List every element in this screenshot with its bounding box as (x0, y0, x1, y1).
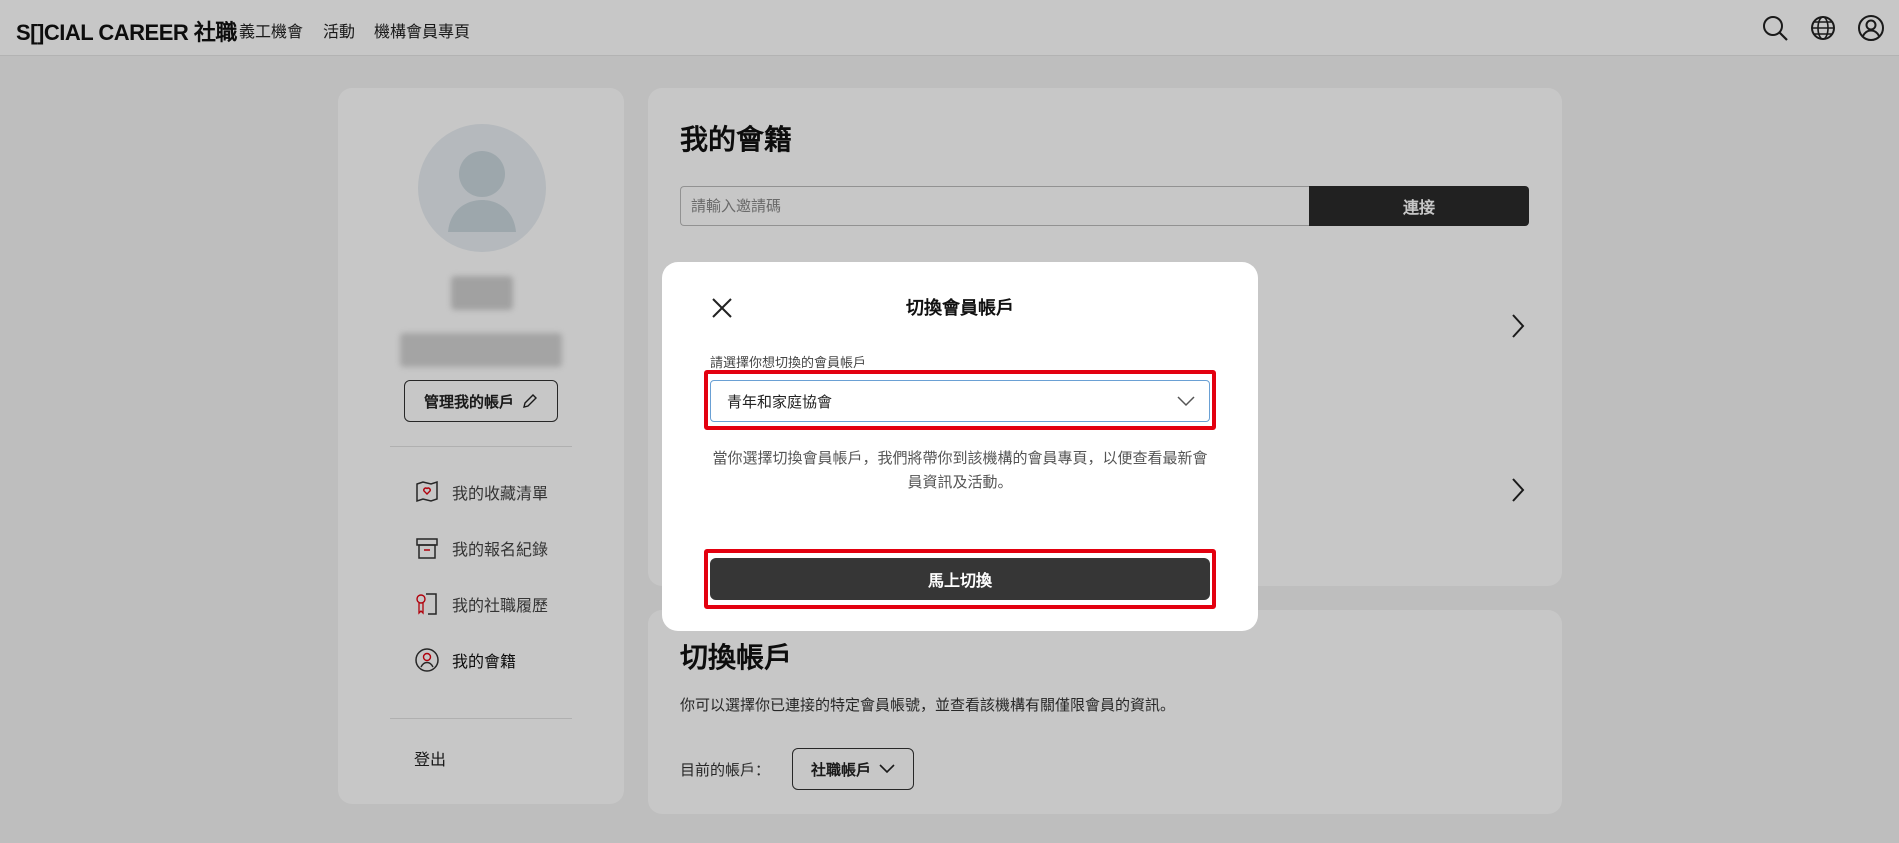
account-select-label: 請選擇你想切換的會員帳戶 (710, 356, 867, 371)
switch-note: 當你選擇切換會員帳戶，我們將帶你到該機構的會員專頁，以便查看最新會員資訊及活動。 (712, 449, 1208, 491)
chevron-down-icon (1177, 396, 1195, 407)
switch-now-button[interactable]: 馬上切換 (710, 558, 1210, 600)
modal-title: 切換會員帳戶 (906, 298, 1014, 319)
selected-account-value: 青年和家庭協會 (727, 392, 833, 411)
member-account-select[interactable]: 青年和家庭協會 (710, 380, 1210, 422)
switch-account-modal: 切換會員帳戶 請選擇你想切換的會員帳戶 青年和家庭協會 當你選擇切換會員帳戶，我… (662, 262, 1258, 631)
